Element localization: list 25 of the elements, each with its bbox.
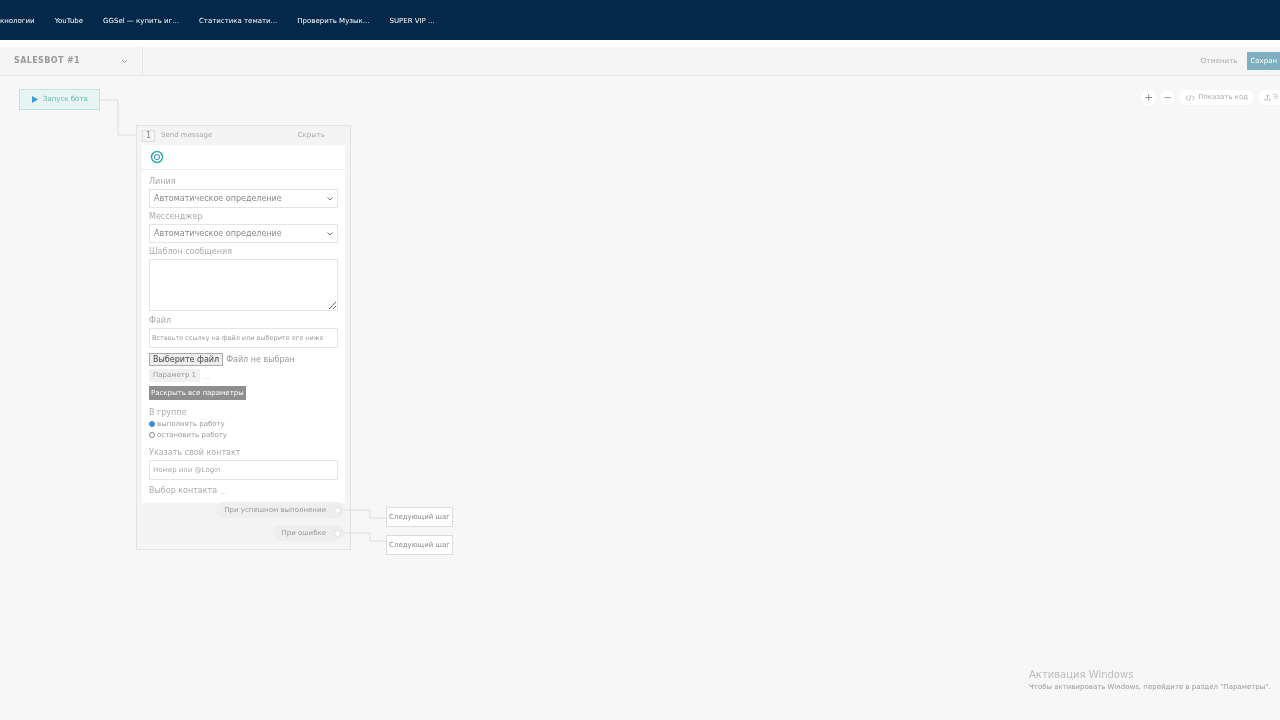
template-label: Шаблон сообщения: [149, 246, 233, 258]
messenger-label: Мессенджер: [149, 211, 204, 223]
code-icon: [1185, 94, 1196, 101]
radio-button[interactable]: [149, 421, 155, 428]
contact-label: Указать свой контакт: [149, 447, 242, 459]
line-select[interactable]: Автоматическое определение: [149, 189, 338, 208]
activation-title: Активация Windows: [1029, 668, 1135, 682]
play-icon: [32, 96, 38, 103]
file-label: Файл: [149, 315, 173, 327]
zoom-in-button[interactable]: +: [1141, 90, 1157, 105]
zoom-out-button[interactable]: −: [1160, 90, 1176, 105]
chevron-down-icon[interactable]: [121, 58, 128, 64]
choose-file-button[interactable]: Выберите файл: [149, 353, 224, 366]
radio-button[interactable]: [149, 431, 155, 438]
messenger-select[interactable]: Автоматическое определение: [149, 224, 338, 243]
file-status: Файл не выбран: [226, 353, 295, 366]
contact-choice-label: Выбор контакта: [149, 485, 218, 497]
chevron-down-icon: [327, 231, 333, 236]
step-number: 1: [142, 129, 155, 142]
template-field[interactable]: [149, 259, 338, 311]
bot-name: SALESBOT #1: [14, 55, 81, 67]
line-label: Линия: [149, 176, 177, 188]
chevron-down-icon: [327, 196, 333, 201]
group-label: В группе: [149, 407, 188, 419]
upload-icon: [1264, 94, 1272, 101]
